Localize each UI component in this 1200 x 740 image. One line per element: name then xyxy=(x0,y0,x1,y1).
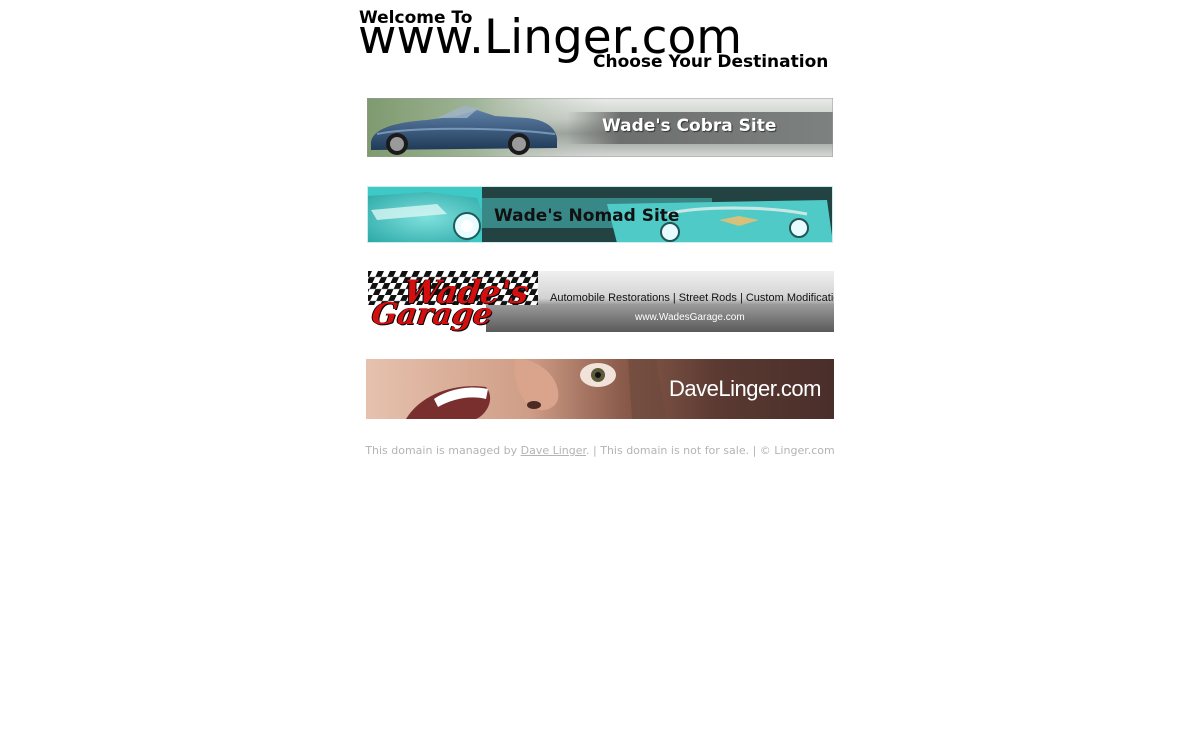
footer-prefix-text: This domain is managed by xyxy=(365,444,521,457)
nomad-banner-label: Wade's Nomad Site xyxy=(494,206,680,226)
dave-linger-link[interactable]: Dave Linger xyxy=(521,444,586,457)
davelinger-banner-link[interactable]: DaveLinger.com xyxy=(366,359,834,419)
garage-logo-line2: Garage xyxy=(369,297,495,332)
garage-banner-url: www.WadesGarage.com xyxy=(635,312,745,323)
cobra-banner-label: Wade's Cobra Site xyxy=(602,116,777,136)
site-logo: Welcome To www.Linger.com Choose Your De… xyxy=(358,6,844,76)
garage-banner-tagline: Automobile Restorations | Street Rods | … xyxy=(550,292,834,304)
nomad-site-banner-link[interactable]: Wade's Nomad Site xyxy=(367,186,833,243)
logo-tagline-text: Choose Your Destination xyxy=(593,52,829,72)
wades-garage-banner-link[interactable]: Wade's Garage Automobile Restorations | … xyxy=(366,271,834,332)
footer-suffix-text: . | This domain is not for sale. | © Lin… xyxy=(586,444,835,457)
page: Welcome To www.Linger.com Choose Your De… xyxy=(0,0,1200,740)
cobra-site-banner-link[interactable]: Wade's Cobra Site xyxy=(367,98,833,157)
footer: This domain is managed by Dave Linger. |… xyxy=(0,444,1200,457)
davelinger-banner-label: DaveLinger.com xyxy=(669,376,821,401)
